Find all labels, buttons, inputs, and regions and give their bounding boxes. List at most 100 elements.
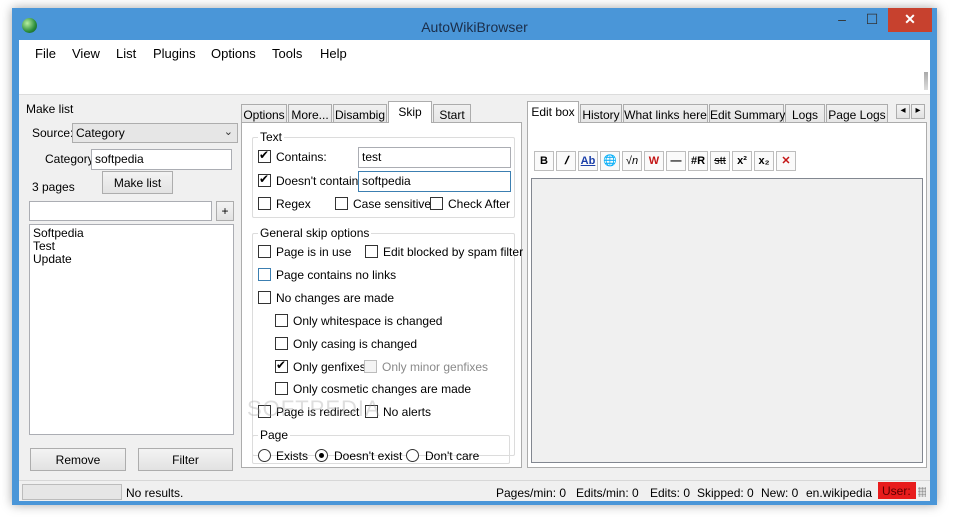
maximize-button[interactable]: ☐ bbox=[858, 8, 886, 32]
tab-page-logs[interactable]: Page Logs bbox=[826, 104, 888, 123]
only-casing-label: Only casing is changed bbox=[293, 337, 418, 351]
page-in-use-checkbox[interactable] bbox=[258, 245, 271, 258]
contains-label: Contains: bbox=[276, 150, 327, 164]
tab-scroll-left-icon[interactable]: ◂ bbox=[896, 104, 910, 119]
add-button[interactable]: + bbox=[216, 201, 234, 221]
strikethrough-icon[interactable]: stt bbox=[710, 151, 730, 171]
watermark: SOFTPEDIA bbox=[247, 396, 381, 421]
check-after-label: Check After bbox=[448, 197, 511, 211]
tab-skip[interactable]: Skip bbox=[388, 101, 432, 123]
category-input[interactable]: softpedia bbox=[91, 149, 232, 170]
superscript-icon[interactable]: x² bbox=[732, 151, 752, 171]
client-area: File View List Plugins Options Tools Hel… bbox=[19, 40, 930, 501]
resize-grip-icon[interactable] bbox=[918, 487, 926, 497]
menu-view[interactable]: View bbox=[72, 46, 100, 61]
doesnt-contain-checkbox[interactable] bbox=[258, 172, 271, 187]
menu-bar: File View List Plugins Options Tools Hel… bbox=[19, 40, 930, 66]
external-link-icon[interactable]: 🌐 bbox=[600, 151, 620, 171]
contains-checkbox[interactable] bbox=[258, 148, 271, 163]
edit-blocked-checkbox[interactable] bbox=[365, 245, 378, 258]
source-label: Source: bbox=[32, 126, 74, 140]
chevron-down-icon: ⌄ bbox=[223, 126, 233, 138]
redirect-icon[interactable]: #R bbox=[688, 151, 708, 171]
filter-button[interactable]: Filter bbox=[138, 448, 233, 471]
menu-options[interactable]: Options bbox=[211, 46, 256, 61]
close-button[interactable]: ✕ bbox=[888, 8, 932, 32]
only-genfixes-label: Only genfixes bbox=[293, 360, 366, 374]
title-bar[interactable]: AutoWikiBrowser – ☐ ✕ bbox=[12, 8, 937, 40]
only-genfixes-checkbox[interactable] bbox=[275, 358, 288, 373]
regex-checkbox[interactable] bbox=[258, 197, 271, 210]
pages-per-min: Pages/min: 0 bbox=[496, 486, 567, 500]
case-sensitive-checkbox[interactable] bbox=[335, 197, 348, 210]
dont-care-radio[interactable] bbox=[406, 449, 419, 462]
only-whitespace-label: Only whitespace is changed bbox=[293, 314, 443, 328]
tab-edit-summary[interactable]: Edit Summary bbox=[709, 104, 785, 123]
check-after-checkbox[interactable] bbox=[430, 197, 443, 210]
no-changes-label: No changes are made bbox=[276, 291, 395, 305]
tab-edit-box[interactable]: Edit box bbox=[527, 101, 579, 123]
edits-count: Edits: 0 bbox=[650, 486, 691, 500]
page-group-title: Page bbox=[258, 428, 291, 442]
subscript-icon[interactable]: x₂ bbox=[754, 151, 774, 171]
status-bar: No results. Pages/min: 0 Edits/min: 0 Ed… bbox=[19, 480, 930, 501]
case-sensitive-label: Case sensitive bbox=[353, 197, 432, 211]
only-cosmetic-checkbox[interactable] bbox=[275, 382, 288, 395]
internal-link-icon[interactable]: Ab bbox=[578, 151, 598, 171]
menu-file[interactable]: File bbox=[35, 46, 56, 61]
skipped-count: Skipped: 0 bbox=[697, 486, 754, 500]
comment-icon[interactable]: ✕ bbox=[776, 151, 796, 171]
make-list-heading: Make list bbox=[26, 102, 74, 116]
edit-text-area[interactable] bbox=[531, 178, 923, 463]
page-list[interactable]: Softpedia Test Update bbox=[29, 224, 234, 435]
list-item[interactable]: Softpedia bbox=[33, 227, 230, 240]
dont-care-label: Don't care bbox=[425, 449, 480, 463]
tab-logs[interactable]: Logs bbox=[785, 104, 825, 123]
only-whitespace-checkbox[interactable] bbox=[275, 314, 288, 327]
category-label: Category: bbox=[45, 152, 98, 166]
only-casing-checkbox[interactable] bbox=[275, 337, 288, 350]
tab-disambig[interactable]: Disambig bbox=[333, 104, 387, 123]
doesnt-contain-label: Doesn't contain: bbox=[276, 174, 362, 188]
doesnt-exist-radio[interactable] bbox=[315, 449, 328, 462]
no-links-checkbox[interactable] bbox=[258, 268, 271, 281]
menu-list[interactable]: List bbox=[116, 46, 136, 61]
list-item[interactable]: Update bbox=[33, 253, 230, 266]
doesnt-exist-label: Doesn't exist bbox=[334, 449, 403, 463]
tab-start[interactable]: Start bbox=[433, 104, 471, 123]
contains-input[interactable]: test bbox=[358, 147, 511, 168]
make-list-button[interactable]: Make list bbox=[102, 171, 173, 194]
edits-per-min: Edits/min: 0 bbox=[576, 486, 639, 500]
list-filter-input[interactable] bbox=[29, 201, 212, 221]
page-in-use-label: Page is in use bbox=[276, 245, 352, 259]
no-changes-checkbox[interactable] bbox=[258, 291, 271, 304]
nowiki-icon[interactable]: W bbox=[644, 151, 664, 171]
minimize-button[interactable]: – bbox=[828, 8, 856, 32]
italic-icon[interactable]: 𝐼 bbox=[556, 151, 576, 171]
exists-label: Exists bbox=[276, 449, 309, 463]
page-count: 3 pages bbox=[32, 180, 75, 194]
tab-options[interactable]: Options bbox=[241, 104, 287, 123]
user-badge[interactable]: User: bbox=[878, 482, 916, 499]
text-group-title: Text bbox=[258, 130, 285, 144]
menu-plugins[interactable]: Plugins bbox=[153, 46, 196, 61]
app-window: AutoWikiBrowser – ☐ ✕ File View List Plu… bbox=[12, 8, 937, 505]
status-message: No results. bbox=[126, 486, 184, 500]
only-cosmetic-label: Only cosmetic changes are made bbox=[293, 382, 472, 396]
source-select[interactable]: Category ⌄ bbox=[72, 123, 238, 143]
remove-button[interactable]: Remove bbox=[30, 448, 126, 471]
toolbar-grip-icon[interactable] bbox=[924, 72, 928, 90]
math-icon[interactable]: √n bbox=[622, 151, 642, 171]
doesnt-contain-input[interactable]: softpedia bbox=[358, 171, 511, 192]
progress-bar bbox=[22, 484, 122, 500]
tab-more[interactable]: More... bbox=[288, 104, 332, 123]
bold-icon[interactable]: B bbox=[534, 151, 554, 171]
horizontal-line-icon[interactable]: — bbox=[666, 151, 686, 171]
toolbar-strip bbox=[19, 66, 930, 95]
menu-help[interactable]: Help bbox=[320, 46, 347, 61]
menu-tools[interactable]: Tools bbox=[272, 46, 302, 61]
tab-history[interactable]: History bbox=[580, 104, 622, 123]
exists-radio[interactable] bbox=[258, 449, 271, 462]
tab-what-links-here[interactable]: What links here bbox=[623, 104, 708, 123]
tab-scroll-right-icon[interactable]: ▸ bbox=[911, 104, 925, 119]
